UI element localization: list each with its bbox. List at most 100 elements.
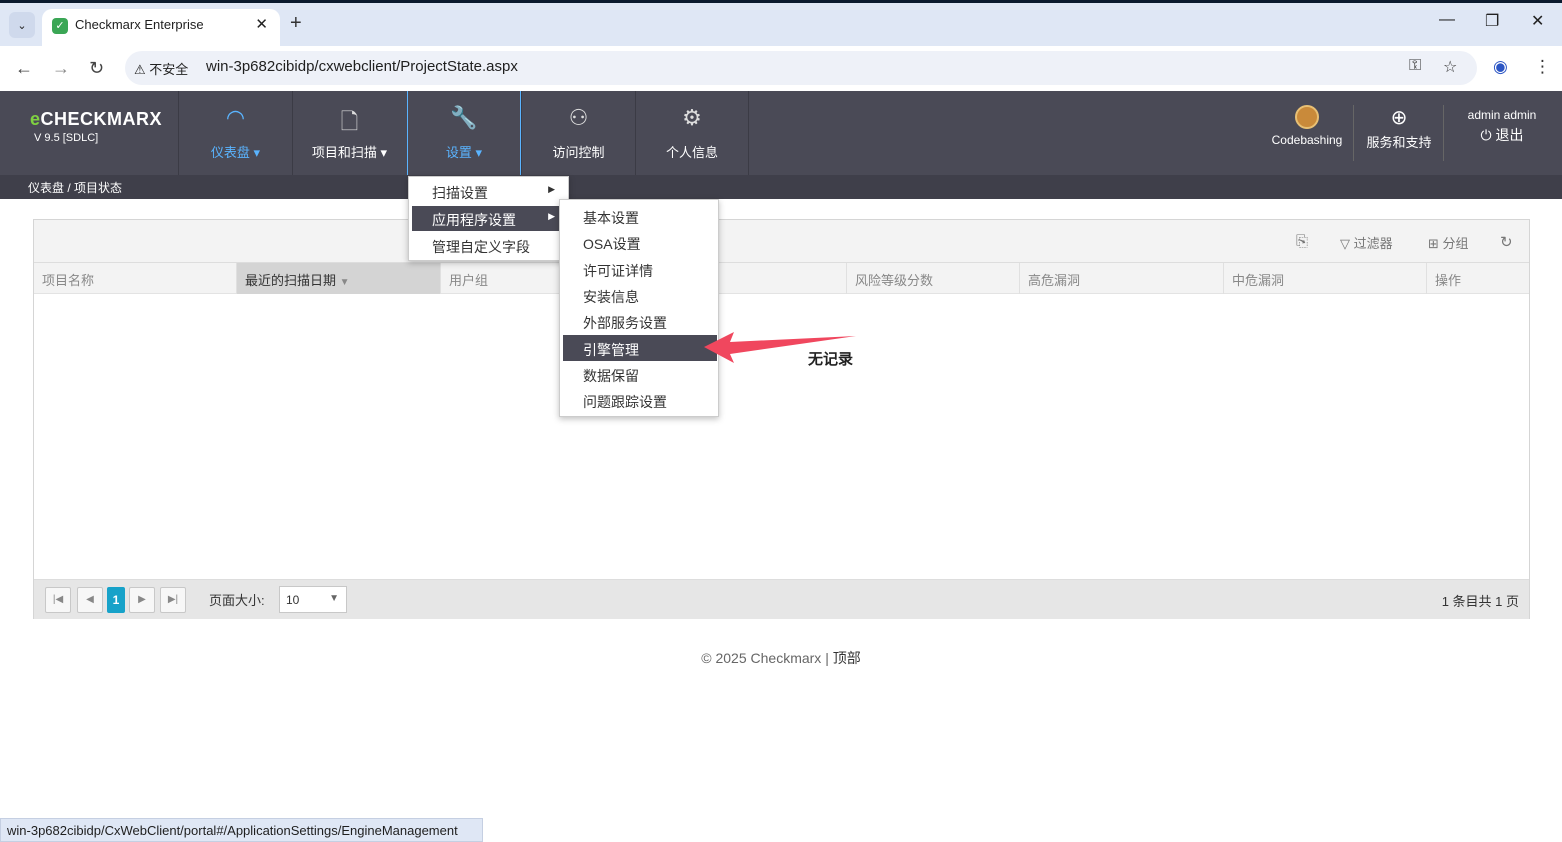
support-label: 服务和支持	[1366, 135, 1432, 150]
url-text[interactable]: win-3p682cibidp/cxwebclient/ProjectState…	[206, 58, 518, 75]
nav-settings-label: 设置	[445, 145, 472, 160]
new-tab-icon[interactable]: +	[290, 12, 302, 35]
browser-menu-icon[interactable]: ⋮	[1534, 57, 1551, 77]
back-icon[interactable]: ←	[15, 58, 33, 79]
reload-icon[interactable]: ↻	[89, 58, 104, 79]
column-risk-score[interactable]: 风险等级分数	[847, 263, 1020, 294]
submenu-item-license-details[interactable]: 许可证详情	[563, 256, 717, 282]
column-last-scan-date[interactable]: 最近的扫描日期 ▼	[237, 263, 441, 294]
current-page-button[interactable]: 1	[107, 587, 125, 613]
version-label: V 9.5 [SDLC]	[34, 132, 99, 144]
lifebuoy-icon: ⊕	[1390, 107, 1408, 129]
settings-dropdown: 扫描设置 ▶ 应用程序设置 ▶ 管理自定义字段	[408, 176, 569, 261]
submenu-item-data-retention[interactable]: 数据保留	[563, 361, 717, 387]
window-close-icon[interactable]: ✕	[1531, 11, 1544, 31]
prev-page-icon[interactable]: ◀	[77, 587, 103, 613]
column-actions[interactable]: 操作	[1427, 263, 1529, 294]
checkmarx-logo[interactable]: eCHECKMARX	[30, 109, 162, 130]
submenu-item-engine-management[interactable]: 引擎管理	[563, 335, 717, 361]
tab-title: Checkmarx Enterprise	[75, 17, 204, 32]
owl-icon	[1295, 105, 1319, 129]
nav-personal-info[interactable]: ⚙ 个人信息	[635, 91, 749, 175]
document-search-icon: 🗋	[340, 109, 359, 134]
browser-status-url: win-3p682cibidp/CxWebClient/portal#/Appl…	[0, 818, 483, 842]
codebashing-link[interactable]: Codebashing	[1262, 91, 1352, 175]
users-icon: ⚇	[568, 105, 589, 130]
wrench-icon: 🔧	[450, 105, 478, 130]
projects-grid: ⎘ ▽ 过滤器 ⊞ 分组 ↻ 项目名称 最近的扫描日期 ▼ 用户组 风险等级分数…	[33, 219, 1530, 619]
first-page-icon[interactable]: |◀	[45, 587, 71, 613]
column-medium-vulns[interactable]: 中危漏洞	[1224, 263, 1427, 294]
header-divider	[1353, 105, 1354, 161]
nav-settings[interactable]: 🔧 设置 ▾	[407, 91, 521, 175]
app-settings-submenu: 基本设置 OSA设置 许可证详情 安装信息 外部服务设置 引擎管理 数据保留 问…	[559, 199, 719, 417]
bookmark-star-icon[interactable]: ☆	[1443, 57, 1457, 77]
checkmarx-favicon-icon: ✓	[52, 18, 68, 34]
submenu-item-basic-settings[interactable]: 基本设置	[563, 203, 717, 229]
pager-summary: 1 条目共 1 页	[1441, 594, 1519, 609]
page-size-value: 10	[286, 593, 300, 607]
sort-desc-icon: ▼	[339, 277, 350, 288]
menu-item-scan-settings-label: 扫描设置	[432, 185, 488, 201]
nav-dashboard-label: 仪表盘	[210, 145, 250, 160]
browser-tab-bar: ⌄ ✓ Checkmarx Enterprise ✕ + — ❐ ✕	[0, 0, 1562, 49]
user-menu[interactable]: admin admin ⏻ 退出	[1456, 91, 1548, 175]
nav-personal-info-label: 个人信息	[665, 145, 718, 160]
submenu-item-issue-tracking[interactable]: 问题跟踪设置	[563, 387, 717, 413]
breadcrumb: 仪表盘 / 项目状态	[28, 181, 123, 195]
browser-tab[interactable]: ✓ Checkmarx Enterprise ✕	[42, 9, 280, 49]
header-divider	[1443, 105, 1444, 161]
group-button[interactable]: ⊞ 分组	[1428, 233, 1469, 252]
last-page-icon[interactable]: ▶|	[160, 587, 186, 613]
codebashing-label: Codebashing	[1271, 133, 1343, 147]
filter-label: 过滤器	[1353, 236, 1393, 251]
profile-icon[interactable]: ◉	[1493, 57, 1508, 77]
grid-column-header: 项目名称 最近的扫描日期 ▼ 用户组 风险等级分数 高危漏洞 中危漏洞 操作	[34, 263, 1529, 294]
grid-pager: |◀ ◀ 1 ▶ ▶| 页面大小: 10 ▼ 1 条目共 1 页	[34, 579, 1529, 619]
back-to-top-link[interactable]: 顶部	[833, 650, 861, 666]
column-last-scan-date-label: 最近的扫描日期	[245, 273, 337, 288]
logout-button[interactable]: ⏻ 退出	[1456, 125, 1548, 145]
submenu-item-osa-settings[interactable]: OSA设置	[563, 229, 717, 255]
filter-icon: ▽	[1340, 236, 1350, 251]
power-icon: ⏻	[1480, 127, 1492, 143]
nav-dashboard[interactable]: ◠ 仪表盘 ▾	[178, 91, 292, 175]
tab-close-icon[interactable]: ✕	[255, 15, 268, 33]
submenu-item-install-info[interactable]: 安装信息	[563, 282, 717, 308]
grid-toolbar: ⎘ ▽ 过滤器 ⊞ 分组 ↻	[34, 220, 1529, 263]
filter-button[interactable]: ▽ 过滤器	[1340, 233, 1393, 252]
support-link[interactable]: ⊕ 服务和支持	[1356, 91, 1442, 175]
forward-icon[interactable]: →	[52, 58, 70, 79]
menu-item-app-settings-label: 应用程序设置	[432, 212, 516, 228]
group-icon: ⊞	[1428, 236, 1439, 251]
menu-item-app-settings[interactable]: 应用程序设置 ▶	[412, 206, 565, 231]
not-secure-label: 不安全	[149, 62, 189, 77]
minimize-icon[interactable]: —	[1439, 11, 1455, 29]
username: admin admin	[1467, 108, 1537, 122]
column-high-vulns[interactable]: 高危漏洞	[1020, 263, 1224, 294]
menu-item-custom-fields[interactable]: 管理自定义字段	[412, 233, 565, 258]
omnibox[interactable]: ⚠ 不安全 win-3p682cibidp/cxwebclient/Projec…	[125, 51, 1477, 85]
copyright-text: © 2025 Checkmarx |	[701, 650, 829, 666]
logout-label: 退出	[1495, 127, 1524, 143]
column-project-name[interactable]: 项目名称	[34, 263, 237, 294]
nav-projects-label: 项目和扫描	[311, 145, 377, 160]
menu-item-scan-settings[interactable]: 扫描设置 ▶	[412, 179, 565, 204]
page-size-select[interactable]: 10 ▼	[279, 586, 347, 613]
export-icon[interactable]: ⎘	[1296, 233, 1308, 250]
not-secure-indicator[interactable]: ⚠ 不安全	[134, 59, 188, 78]
refresh-icon[interactable]: ↻	[1500, 233, 1513, 251]
submenu-item-external-services[interactable]: 外部服务设置	[563, 308, 717, 334]
address-bar: ← → ↻ ⚠ 不安全 win-3p682cibidp/cxwebclient/…	[0, 46, 1562, 91]
next-page-icon[interactable]: ▶	[129, 587, 155, 613]
app-header: eCHECKMARX V 9.5 [SDLC] ◠ 仪表盘 ▾ 🗋 项目和扫描 …	[0, 91, 1562, 175]
group-label: 分组	[1442, 236, 1469, 251]
user-gear-icon: ⚙	[682, 105, 702, 130]
nav-access-control[interactable]: ⚇ 访问控制	[521, 91, 635, 175]
restore-icon[interactable]: ❐	[1485, 11, 1499, 31]
tab-search-button[interactable]: ⌄	[9, 12, 35, 38]
nav-projects-scans[interactable]: 🗋 项目和扫描 ▾	[292, 91, 406, 175]
gauge-icon: ◠	[225, 105, 246, 130]
password-key-icon[interactable]: ⚿	[1409, 57, 1421, 75]
caret-right-icon: ▶	[548, 184, 555, 194]
